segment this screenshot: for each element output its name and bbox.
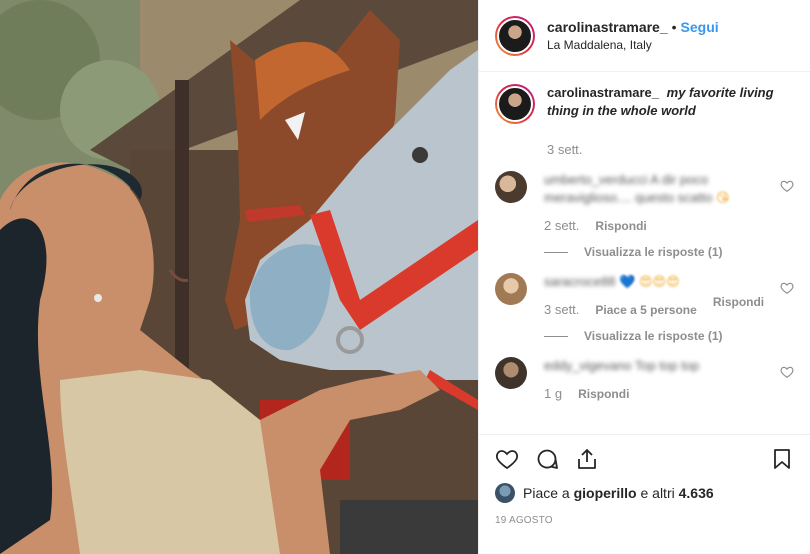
post-side-panel: carolinastramare_ • Segui La Maddalena, …: [478, 0, 810, 554]
caption-time[interactable]: 3 sett.: [547, 142, 794, 157]
separator-dot: •: [671, 19, 677, 35]
comment-username[interactable]: eddy_vigevano: [544, 358, 631, 373]
reply-button[interactable]: Rispondi: [578, 385, 629, 403]
view-replies-button[interactable]: Visualizza le risposte (1): [544, 245, 794, 259]
follow-button[interactable]: Segui: [681, 19, 719, 35]
post-actions-area: Piace a gioperillo e altri 4.636 19 agos…: [479, 434, 810, 554]
view-replies-line: [544, 335, 568, 337]
action-bar: [495, 435, 794, 483]
comment-likes[interactable]: Piace a 5 persone: [595, 301, 696, 319]
comment-time[interactable]: 2 sett.: [544, 217, 579, 235]
comment-emoji: 😘: [715, 190, 730, 205]
comment-item: umberto_verducci A dir poco meraviglioso…: [495, 171, 794, 235]
author-avatar-image: [497, 17, 533, 54]
liker-avatar: [495, 483, 515, 503]
comment-username[interactable]: umberto_verducci: [544, 172, 647, 187]
liker-username[interactable]: gioperillo: [574, 485, 637, 501]
comment-text: Top top top: [634, 358, 700, 373]
comment-meta: 1 g Rispondi: [544, 385, 766, 403]
commenter-avatar[interactable]: [495, 171, 527, 203]
comment-meta: 2 sett. Rispondi: [544, 217, 766, 235]
comment-bubble-icon[interactable]: [535, 447, 559, 471]
reply-button[interactable]: Rispondi: [595, 217, 646, 235]
likes-summary[interactable]: Piace a gioperillo e altri 4.636: [495, 483, 794, 503]
caption-avatar-image: [497, 86, 533, 122]
comment-body: saracroce88 💙 😍😍😍 3 sett. Piace a 5 pers…: [544, 273, 766, 319]
comment-emoji: 💙 😍😍😍: [619, 274, 680, 289]
comment-meta: 3 sett. Piace a 5 persone Rispondi: [544, 295, 766, 319]
instagram-post: carolinastramare_ • Segui La Maddalena, …: [0, 0, 810, 554]
comments-section[interactable]: carolinastramare_ my favorite living thi…: [479, 72, 810, 434]
likes-count[interactable]: 4.636: [679, 485, 714, 501]
likes-suffix: e altri: [640, 485, 675, 501]
caption-body: carolinastramare_ my favorite living thi…: [547, 84, 794, 124]
view-replies-line: [544, 251, 568, 253]
header-text: carolinastramare_ • Segui La Maddalena, …: [547, 19, 719, 52]
comment-item: saracroce88 💙 😍😍😍 3 sett. Piace a 5 pers…: [495, 273, 794, 319]
author-avatar[interactable]: [495, 15, 535, 56]
comment-time[interactable]: 3 sett.: [544, 301, 579, 319]
view-replies-button[interactable]: Visualizza le risposte (1): [544, 329, 794, 343]
post-location[interactable]: La Maddalena, Italy: [547, 38, 719, 52]
comment-like-heart-icon[interactable]: [780, 281, 794, 295]
caption-username[interactable]: carolinastramare_: [547, 85, 659, 100]
view-replies-label: Visualizza le risposte (1): [584, 245, 723, 259]
comment-like-heart-icon[interactable]: [780, 365, 794, 379]
heart-icon[interactable]: [495, 447, 519, 471]
commenter-avatar[interactable]: [495, 357, 527, 389]
bookmark-icon[interactable]: [770, 447, 794, 471]
photo-illustration: [0, 0, 478, 554]
view-replies-label: Visualizza le risposte (1): [584, 329, 723, 343]
post-header: carolinastramare_ • Segui La Maddalena, …: [479, 0, 810, 72]
post-photo[interactable]: [0, 0, 478, 554]
header-line: carolinastramare_ • Segui: [547, 19, 719, 35]
comment-username[interactable]: saracroce88: [544, 274, 616, 289]
comment-like-heart-icon[interactable]: [780, 179, 794, 193]
reply-button[interactable]: Rispondi: [713, 293, 764, 319]
caption: carolinastramare_ my favorite living thi…: [495, 84, 794, 124]
share-icon[interactable]: [575, 447, 599, 471]
comment-body: umberto_verducci A dir poco meraviglioso…: [544, 171, 766, 235]
caption-avatar[interactable]: [495, 84, 535, 124]
post-date[interactable]: 19 agosto: [495, 515, 794, 526]
comment-time[interactable]: 1 g: [544, 385, 562, 403]
comment-item: eddy_vigevano Top top top 1 g Rispondi: [495, 357, 794, 403]
comment-body: eddy_vigevano Top top top 1 g Rispondi: [544, 357, 766, 403]
likes-prefix: Piace a: [523, 485, 570, 501]
author-username[interactable]: carolinastramare_: [547, 19, 668, 35]
commenter-avatar[interactable]: [495, 273, 527, 305]
